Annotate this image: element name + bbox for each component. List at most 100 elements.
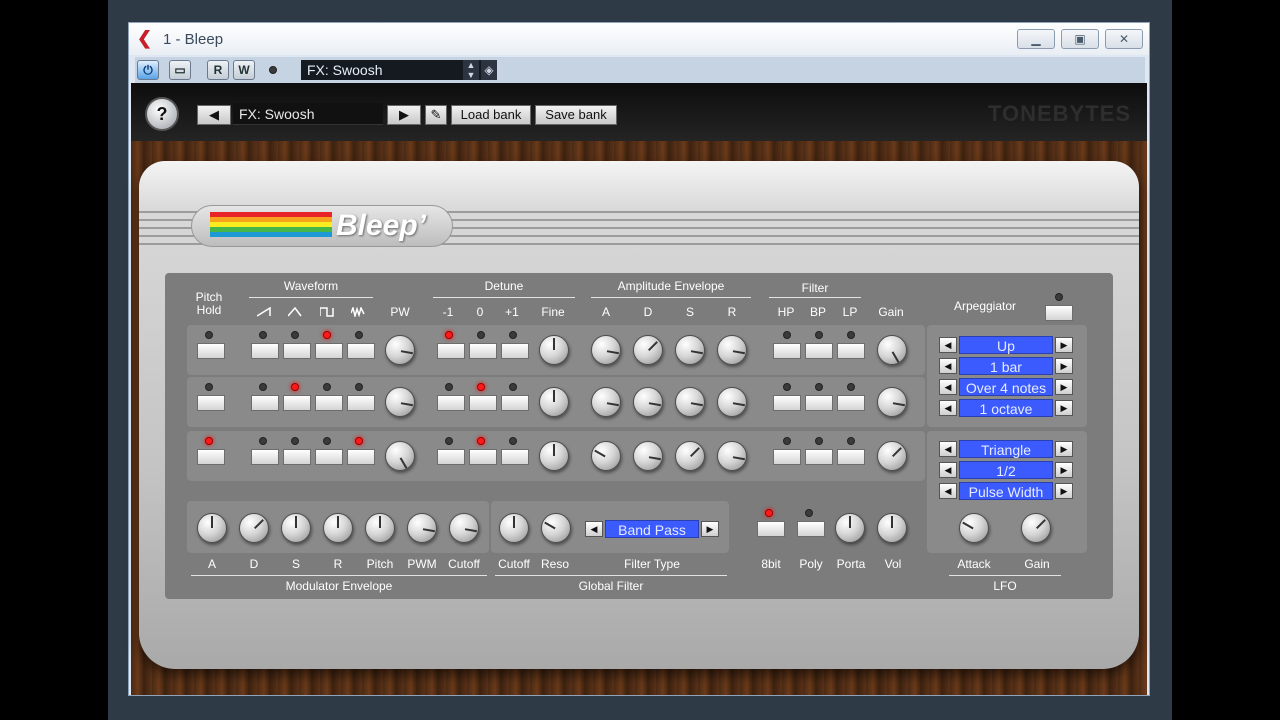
- filter-bp-button[interactable]: [805, 343, 833, 359]
- global-reso-knob[interactable]: [541, 513, 571, 543]
- triangle-button[interactable]: [283, 449, 311, 465]
- maximize-button[interactable]: ▣: [1061, 29, 1099, 49]
- gain-knob[interactable]: [877, 335, 907, 365]
- mod-pitch-knob[interactable]: [365, 513, 395, 543]
- saw-button[interactable]: [251, 449, 279, 465]
- amp-sustain-knob[interactable]: [675, 335, 705, 365]
- pitch-hold-button[interactable]: [197, 449, 225, 465]
- detune-minus1-button[interactable]: [437, 449, 465, 465]
- filter-bp-button[interactable]: [805, 395, 833, 411]
- amp-sustain-knob[interactable]: [675, 441, 705, 471]
- detune-minus1-button[interactable]: [437, 395, 465, 411]
- pw-knob[interactable]: [385, 441, 415, 471]
- triangle-button[interactable]: [283, 395, 311, 411]
- mod-decay-knob[interactable]: [239, 513, 269, 543]
- amp-release-knob[interactable]: [717, 387, 747, 417]
- detune-plus1-button[interactable]: [501, 449, 529, 465]
- preset-name-field[interactable]: FX: Swoosh: [233, 103, 383, 125]
- filter-hp-button[interactable]: [773, 449, 801, 465]
- noise-button[interactable]: [347, 395, 375, 411]
- amp-sustain-knob[interactable]: [675, 387, 705, 417]
- saw-button[interactable]: [251, 395, 279, 411]
- mod-release-knob[interactable]: [323, 513, 353, 543]
- mod-attack-knob[interactable]: [197, 513, 227, 543]
- arp-length-next-button[interactable]: ▶: [1055, 379, 1073, 395]
- pitch-hold-button[interactable]: [197, 343, 225, 359]
- amp-decay-knob[interactable]: [633, 441, 663, 471]
- detune-minus1-button[interactable]: [437, 343, 465, 359]
- square-button[interactable]: [315, 449, 343, 465]
- square-button[interactable]: [315, 343, 343, 359]
- edit-icon[interactable]: ✎: [425, 105, 447, 125]
- arp-rate-prev-button[interactable]: ◀: [939, 358, 957, 374]
- filter-lp-button[interactable]: [837, 449, 865, 465]
- fine-knob[interactable]: [539, 335, 569, 365]
- amp-attack-knob[interactable]: [591, 441, 621, 471]
- tonebytes-logo-icon[interactable]: ?: [145, 97, 179, 131]
- lfo-attack-knob[interactable]: [959, 513, 989, 543]
- amp-attack-knob[interactable]: [591, 387, 621, 417]
- pitch-hold-button[interactable]: [197, 395, 225, 411]
- filter-lp-button[interactable]: [837, 343, 865, 359]
- detune-0-button[interactable]: [469, 343, 497, 359]
- arp-mode-next-button[interactable]: ▶: [1055, 337, 1073, 353]
- lfo-rate-next-button[interactable]: ▶: [1055, 462, 1073, 478]
- detune-0-button[interactable]: [469, 395, 497, 411]
- amp-release-knob[interactable]: [717, 335, 747, 365]
- lfo-gain-knob[interactable]: [1021, 513, 1051, 543]
- power-button[interactable]: ⏻: [137, 60, 159, 80]
- close-button[interactable]: ✕: [1105, 29, 1143, 49]
- saw-button[interactable]: [251, 343, 279, 359]
- amp-decay-knob[interactable]: [633, 335, 663, 365]
- triangle-button[interactable]: [283, 343, 311, 359]
- arp-rate-next-button[interactable]: ▶: [1055, 358, 1073, 374]
- lfo-dest-next-button[interactable]: ▶: [1055, 483, 1073, 499]
- filter-type-prev-button[interactable]: ◀: [585, 521, 603, 537]
- pw-knob[interactable]: [385, 335, 415, 365]
- load-bank-button[interactable]: Load bank: [451, 105, 531, 125]
- amp-attack-knob[interactable]: [591, 335, 621, 365]
- arp-range-prev-button[interactable]: ◀: [939, 400, 957, 416]
- preset-menu-icon[interactable]: ◈: [481, 60, 497, 80]
- porta-knob[interactable]: [835, 513, 865, 543]
- global-cutoff-knob[interactable]: [499, 513, 529, 543]
- filter-hp-button[interactable]: [773, 343, 801, 359]
- read-automation-button[interactable]: R: [207, 60, 229, 80]
- filter-lp-button[interactable]: [837, 395, 865, 411]
- mod-pwm-knob[interactable]: [407, 513, 437, 543]
- amp-release-knob[interactable]: [717, 441, 747, 471]
- filter-type-next-button[interactable]: ▶: [701, 521, 719, 537]
- write-automation-button[interactable]: W: [233, 60, 255, 80]
- filter-hp-button[interactable]: [773, 395, 801, 411]
- noise-button[interactable]: [347, 343, 375, 359]
- detune-plus1-button[interactable]: [501, 343, 529, 359]
- arp-length-prev-button[interactable]: ◀: [939, 379, 957, 395]
- bypass-button[interactable]: ▭: [169, 60, 191, 80]
- gain-knob[interactable]: [877, 441, 907, 471]
- preset-up-down-icon[interactable]: ▲ ▼: [463, 60, 479, 80]
- poly-button[interactable]: [797, 521, 825, 537]
- pw-knob[interactable]: [385, 387, 415, 417]
- filter-bp-button[interactable]: [805, 449, 833, 465]
- square-button[interactable]: [315, 395, 343, 411]
- lfo-shape-prev-button[interactable]: ◀: [939, 441, 957, 457]
- arp-toggle-button[interactable]: [1045, 305, 1073, 321]
- lfo-rate-prev-button[interactable]: ◀: [939, 462, 957, 478]
- arp-mode-prev-button[interactable]: ◀: [939, 337, 957, 353]
- arp-range-next-button[interactable]: ▶: [1055, 400, 1073, 416]
- fine-knob[interactable]: [539, 441, 569, 471]
- minimize-button[interactable]: ▁: [1017, 29, 1055, 49]
- detune-plus1-button[interactable]: [501, 395, 529, 411]
- save-bank-button[interactable]: Save bank: [535, 105, 617, 125]
- amp-decay-knob[interactable]: [633, 387, 663, 417]
- next-preset-button[interactable]: ▶: [387, 105, 421, 125]
- noise-button[interactable]: [347, 449, 375, 465]
- previous-preset-button[interactable]: ◀: [197, 105, 231, 125]
- gain-knob[interactable]: [877, 387, 907, 417]
- lfo-dest-prev-button[interactable]: ◀: [939, 483, 957, 499]
- detune-0-button[interactable]: [469, 449, 497, 465]
- fine-knob[interactable]: [539, 387, 569, 417]
- vol-knob[interactable]: [877, 513, 907, 543]
- lfo-shape-next-button[interactable]: ▶: [1055, 441, 1073, 457]
- mod-sustain-knob[interactable]: [281, 513, 311, 543]
